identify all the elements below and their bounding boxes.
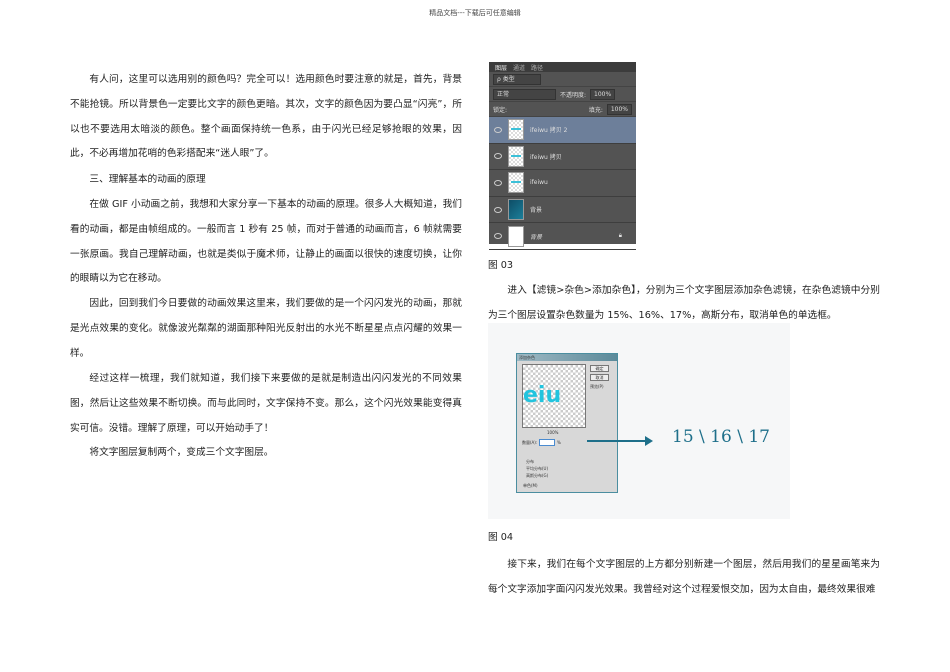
add-noise-dialog: 添加杂色 eiu 确定 取消 预览(P) 100% 数量(A): % 分布 平均… xyxy=(516,353,618,493)
paragraph: 经过这样一梳理，我们就知道，我们接下来要做的是就是制造出闪闪发光的不同效果图，然… xyxy=(70,373,462,434)
paragraph: 将文字图层复制两个，变成三个文字图层。 xyxy=(89,447,274,458)
amount-input xyxy=(539,439,555,446)
layer-name: 背景 xyxy=(530,233,543,241)
layer-thumbnail xyxy=(508,145,524,167)
gaussian-radio: 高斯分布(G) xyxy=(526,473,549,478)
layer-name: ifeiwu 拷贝 xyxy=(530,153,562,161)
filter-row: ρ 类型 xyxy=(489,72,636,87)
layer-name: ifeiwu xyxy=(530,179,548,187)
layer-thumbnail xyxy=(508,199,524,221)
paragraph: 进入【滤镜>杂色>添加杂色】，分别为三个文字图层添加杂色滤镜，在杂色滤镜中分别为… xyxy=(488,285,880,321)
uniform-radio: 平均分布(U) xyxy=(526,466,549,471)
section-heading: 三、理解基本的动画的原理 xyxy=(89,174,206,185)
layer-thumbnail xyxy=(508,119,524,141)
paragraph: 在做 GIF 小动画之前，我想和大家分享一下基本的动画的原理。很多人大概知道，我… xyxy=(70,199,462,285)
layer-row: ifeiwu 拷贝 2 xyxy=(489,117,636,144)
cancel-button: 取消 xyxy=(590,374,609,381)
figure-caption: 图 04 xyxy=(488,532,514,543)
tab-channels: 通道 xyxy=(513,64,526,72)
figure-caption: 图 03 xyxy=(488,260,514,271)
preview-area: eiu xyxy=(522,364,586,428)
monochromatic-checkbox: 单色(M) xyxy=(523,483,538,488)
fill-value: 100% xyxy=(606,103,632,115)
eye-icon xyxy=(494,126,502,133)
tab-layers: 图层 xyxy=(495,64,508,72)
opacity-label: 不透明度: xyxy=(560,91,587,99)
layer-thumbnail xyxy=(508,172,524,194)
tab-paths: 路径 xyxy=(531,64,544,72)
lock-row: 锁定: 填充: 100% xyxy=(489,102,636,117)
distribution-label: 分布 xyxy=(526,459,534,464)
layer-row: 背景 xyxy=(489,197,636,224)
paragraph: 有人问，这里可以选用别的颜色吗？完全可以！选用颜色时要注意的就是，首先，背景不能… xyxy=(70,74,462,160)
layer-row: 背景 🔒︎ xyxy=(489,223,636,250)
dialog-title: 添加杂色 xyxy=(517,354,617,361)
page-header: 精品文档---下载后可任意编辑 xyxy=(429,9,521,17)
filter-select: ρ 类型 xyxy=(493,73,541,85)
layer-name: ifeiwu 拷贝 2 xyxy=(530,127,568,135)
amount-label: 数量(A): xyxy=(522,440,538,445)
arrow-icon xyxy=(587,436,653,446)
blend-mode-select: 正常 xyxy=(493,88,556,100)
fill-label: 填充: xyxy=(588,106,603,114)
paragraph: 因此，回到我们今日要做的动画效果这里来，我们要做的是一个闪闪发光的动画，那就是光… xyxy=(70,298,462,359)
eye-icon xyxy=(494,179,502,186)
eye-icon xyxy=(494,206,502,213)
opacity-value: 100% xyxy=(590,88,616,100)
ok-button: 确定 xyxy=(590,365,609,372)
layer-row: ifeiwu xyxy=(489,170,636,197)
panel-tabs: 图层 通道 路径 xyxy=(489,62,636,72)
layer-row: ifeiwu 拷贝 xyxy=(489,144,636,171)
layer-name: 背景 xyxy=(530,207,543,215)
layers-panel-screenshot: 图层 通道 路径 ρ 类型 正常 不透明度: 100% 锁定: 填充: 100%… xyxy=(489,62,636,250)
add-noise-figure: 添加杂色 eiu 确定 取消 预览(P) 100% 数量(A): % 分布 平均… xyxy=(488,323,790,519)
percent-sign: % xyxy=(557,440,561,445)
noise-amounts-annotation: 15 \ 16 \ 17 xyxy=(672,427,770,447)
paragraph: 接下来，我们在每个文字图层的上方都分别新建一个图层，然后用我们的星星画笔来为每个… xyxy=(488,559,880,595)
lock-icon: 🔒︎ xyxy=(618,232,622,240)
layer-thumbnail xyxy=(508,225,524,247)
eye-icon xyxy=(494,153,502,160)
preview-checkbox: 预览(P) xyxy=(590,384,604,389)
document-page: 精品文档---下载后可任意编辑 有人问，这里可以选用别的颜色吗？完全可以！选用颜… xyxy=(0,0,950,672)
lock-label: 锁定: xyxy=(493,106,508,114)
eye-icon xyxy=(494,233,502,240)
zoom-level: 100% xyxy=(547,430,559,435)
blend-row: 正常 不透明度: 100% xyxy=(489,87,636,102)
